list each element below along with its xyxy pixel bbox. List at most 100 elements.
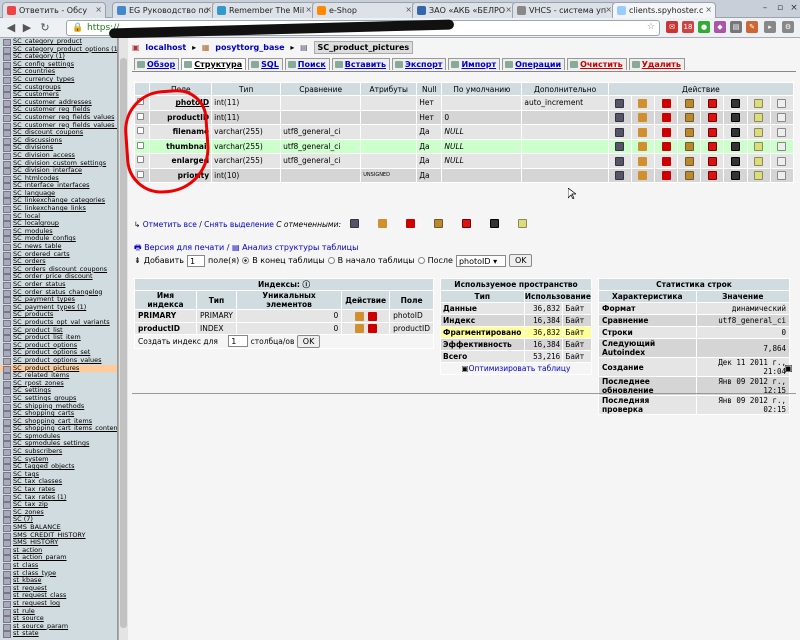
drop-icon[interactable] <box>367 324 377 333</box>
address-bar[interactable]: 🔒 https:// ☆ <box>66 19 660 39</box>
tab-1[interactable]: Структура <box>181 58 247 70</box>
add-ok-button[interactable]: OK <box>508 254 533 267</box>
after-radio[interactable] <box>417 257 425 264</box>
primary-key-icon[interactable] <box>684 98 694 108</box>
index-selected-icon[interactable] <box>490 219 500 228</box>
drop-icon[interactable] <box>661 171 671 180</box>
index-icon[interactable] <box>731 127 741 137</box>
extension-icon[interactable]: ✉ <box>666 21 678 33</box>
minimize-icon[interactable]: – <box>760 3 770 13</box>
maximize-icon[interactable]: ▫ <box>775 3 785 13</box>
fulltext-icon[interactable] <box>754 171 764 180</box>
drop-icon[interactable] <box>661 113 671 122</box>
extension-icon[interactable]: ▤ <box>730 21 742 33</box>
help-icon[interactable]: ⓘ <box>303 280 311 289</box>
browser-tab[interactable]: e-Shop × <box>312 2 416 18</box>
primary-key-icon[interactable] <box>684 171 694 180</box>
start-radio[interactable] <box>327 257 335 264</box>
tab-close-icon[interactable]: × <box>405 5 412 14</box>
extension-icon[interactable]: ◆ <box>714 21 726 33</box>
index-icon[interactable] <box>731 156 741 166</box>
tab-close-icon[interactable]: × <box>705 5 712 14</box>
drop-icon[interactable] <box>367 311 377 321</box>
tab-close-icon[interactable]: × <box>305 5 312 14</box>
reload-icon[interactable]: ↻ <box>38 21 52 35</box>
tab-close-icon[interactable]: × <box>505 5 512 14</box>
browse-icon[interactable] <box>615 98 625 108</box>
index-icon[interactable] <box>731 113 741 122</box>
drop-icon[interactable] <box>661 98 671 108</box>
primary-key-icon[interactable] <box>684 113 694 122</box>
browser-tab[interactable]: EG Руководство по × <box>112 2 216 18</box>
unique-icon[interactable] <box>707 171 717 180</box>
fulltext-icon[interactable] <box>754 156 764 166</box>
fulltext-icon[interactable] <box>754 98 764 108</box>
print-view-link[interactable]: Версия для печати <box>144 243 224 252</box>
unique-icon[interactable] <box>707 142 717 151</box>
edit-icon[interactable] <box>638 127 648 137</box>
tab-0[interactable]: Обзор <box>134 58 180 70</box>
extension-icon[interactable]: 18 <box>682 21 694 33</box>
wrench-icon[interactable]: ⚙ <box>782 21 794 33</box>
browser-tab[interactable]: Ответить - Обсу × <box>2 2 106 18</box>
tab-5[interactable]: Экспорт <box>392 58 447 70</box>
create-index-count[interactable]: 1 <box>228 335 249 347</box>
unique-icon[interactable] <box>707 156 717 166</box>
analyze-link[interactable]: Анализ структуры таблицы <box>242 243 358 252</box>
tab-close-icon[interactable]: × <box>95 5 102 14</box>
edit-icon[interactable] <box>638 171 648 180</box>
unique-icon[interactable] <box>707 98 717 108</box>
browse-icon[interactable] <box>615 142 625 151</box>
forward-icon[interactable]: ▶ <box>20 21 34 35</box>
primary-selected-icon[interactable] <box>434 219 444 228</box>
browse-icon[interactable] <box>615 171 625 180</box>
distinct-icon[interactable] <box>777 98 787 108</box>
fulltext-selected-icon[interactable] <box>518 219 528 228</box>
tab-4[interactable]: Вставить <box>331 58 391 70</box>
primary-key-icon[interactable] <box>684 156 694 166</box>
browse-icon[interactable] <box>615 127 625 137</box>
primary-key-icon[interactable] <box>684 127 694 137</box>
add-count-input[interactable]: 1 <box>186 254 205 267</box>
extension-icon[interactable]: ● <box>698 21 710 33</box>
bookmark-star-icon[interactable]: ☆ <box>647 22 655 32</box>
tab-6[interactable]: Импорт <box>448 58 501 70</box>
edit-icon[interactable] <box>638 98 648 108</box>
index-icon[interactable] <box>731 171 741 180</box>
drop-icon[interactable] <box>661 127 671 137</box>
breadcrumb-server[interactable]: localhost <box>145 43 186 52</box>
browser-tab[interactable]: clients.spyhoster.c × <box>612 2 716 18</box>
unique-icon[interactable] <box>707 113 717 122</box>
edit-icon[interactable] <box>638 156 648 166</box>
create-index-ok[interactable]: OK <box>296 335 321 348</box>
distinct-icon[interactable] <box>777 156 787 166</box>
fulltext-icon[interactable] <box>754 127 764 137</box>
extension-icon[interactable]: ✎ <box>746 21 758 33</box>
new-window-icon[interactable]: ▣ <box>784 364 793 374</box>
edit-icon[interactable] <box>638 142 648 151</box>
unique-icon[interactable] <box>707 127 717 137</box>
uncheck-all-link[interactable]: Снять выделение <box>204 220 274 229</box>
tab-3[interactable]: Поиск <box>284 58 330 70</box>
close-window-icon[interactable]: × <box>789 3 799 13</box>
distinct-icon[interactable] <box>777 127 787 137</box>
edit-icon[interactable] <box>354 311 364 321</box>
check-all-link[interactable]: Отметить все <box>143 220 197 229</box>
distinct-icon[interactable] <box>777 142 787 151</box>
browse-selected-icon[interactable] <box>350 219 360 228</box>
browse-icon[interactable] <box>615 113 625 122</box>
tab-close-icon[interactable]: × <box>605 5 612 14</box>
tab-9[interactable]: Удалить <box>628 58 685 70</box>
after-field-select[interactable]: photoID ▾ <box>455 254 506 267</box>
optimize-link[interactable]: Оптимизировать таблицу <box>469 364 571 373</box>
delete-selected-icon[interactable] <box>406 219 416 228</box>
page-menu-icon[interactable]: ▸ <box>764 21 776 33</box>
primary-key-icon[interactable] <box>684 142 694 151</box>
sidebar-table-item[interactable]: st_state <box>0 630 117 638</box>
distinct-icon[interactable] <box>777 171 787 180</box>
tab-8[interactable]: Очистить <box>567 58 627 70</box>
drop-icon[interactable] <box>661 142 671 151</box>
index-icon[interactable] <box>731 142 741 151</box>
unique-selected-icon[interactable] <box>462 219 472 228</box>
drop-icon[interactable] <box>661 156 671 166</box>
